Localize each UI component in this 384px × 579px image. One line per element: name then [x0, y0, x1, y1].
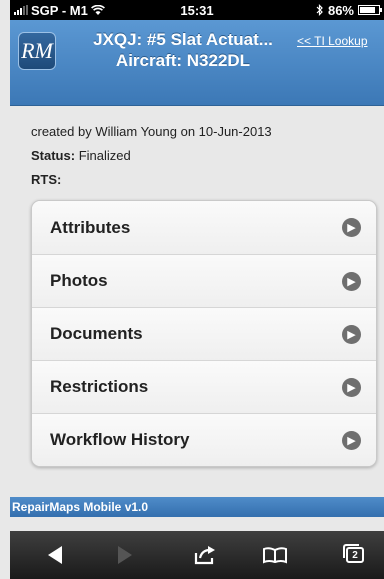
detail-menu: Attributes ▶ Photos ▶ Documents ▶ Restri…	[31, 200, 377, 467]
chevron-right-icon: ▶	[342, 431, 361, 450]
status-bar: SGP - M1 15:31 86%	[10, 0, 384, 20]
share-icon	[194, 546, 215, 565]
title-line-2: Aircraft: N322DL	[115, 51, 251, 70]
menu-item-label: Restrictions	[50, 377, 149, 396]
bookmarks-button[interactable]	[260, 541, 290, 569]
forward-button[interactable]	[110, 541, 140, 569]
rts-line: RTS:	[31, 168, 371, 192]
created-by-text: created by William Young on 10-Jun-2013	[31, 124, 272, 139]
tabs-button[interactable]: 2	[340, 541, 370, 569]
app-footer: RepairMaps Mobile v1.0	[10, 497, 384, 517]
menu-item-label: Workflow History	[50, 430, 190, 449]
menu-item-workflow-history[interactable]: Workflow History ▶	[32, 413, 376, 466]
page-title: JXQJ: #5 Slat Actuat... Aircraft: N322DL	[70, 29, 296, 71]
battery-percent: 86%	[327, 2, 354, 18]
share-button[interactable]	[190, 541, 220, 569]
chevron-right-icon: ▶	[342, 272, 361, 291]
menu-item-restrictions[interactable]: Restrictions ▶	[32, 360, 376, 413]
menu-item-documents[interactable]: Documents ▶	[32, 307, 376, 360]
menu-item-attributes[interactable]: Attributes ▶	[32, 201, 376, 254]
bookmarks-icon	[263, 547, 287, 564]
tabs-icon: 2	[343, 544, 364, 563]
bluetooth-icon	[316, 4, 323, 16]
menu-item-photos[interactable]: Photos ▶	[32, 254, 376, 307]
status-line: Status: Finalized	[31, 144, 371, 168]
menu-item-label: Documents	[50, 324, 143, 343]
battery-info: 86%	[316, 2, 382, 18]
chevron-right-icon: ▶	[342, 378, 361, 397]
chevron-right-icon: ▶	[342, 325, 361, 344]
menu-item-label: Photos	[50, 271, 108, 290]
browser-toolbar: 2	[10, 531, 384, 579]
battery-icon	[358, 5, 382, 15]
title-line-1: JXQJ: #5 Slat Actuat...	[93, 30, 273, 49]
status-value: Finalized	[78, 148, 131, 163]
page-header: RM JXQJ: #5 Slat Actuat... Aircraft: N32…	[10, 20, 384, 106]
chevron-right-icon: ▶	[342, 218, 361, 237]
back-arrow-icon	[48, 546, 62, 564]
ti-lookup-link[interactable]: << TI Lookup	[297, 34, 368, 48]
menu-item-label: Attributes	[50, 217, 131, 237]
record-meta: created by William Young on 10-Jun-2013 …	[31, 120, 371, 192]
app-logo: RM	[18, 32, 56, 70]
forward-arrow-icon	[118, 546, 132, 564]
back-button[interactable]	[40, 541, 70, 569]
status-label: Status:	[31, 148, 76, 163]
rts-label: RTS:	[31, 172, 62, 187]
